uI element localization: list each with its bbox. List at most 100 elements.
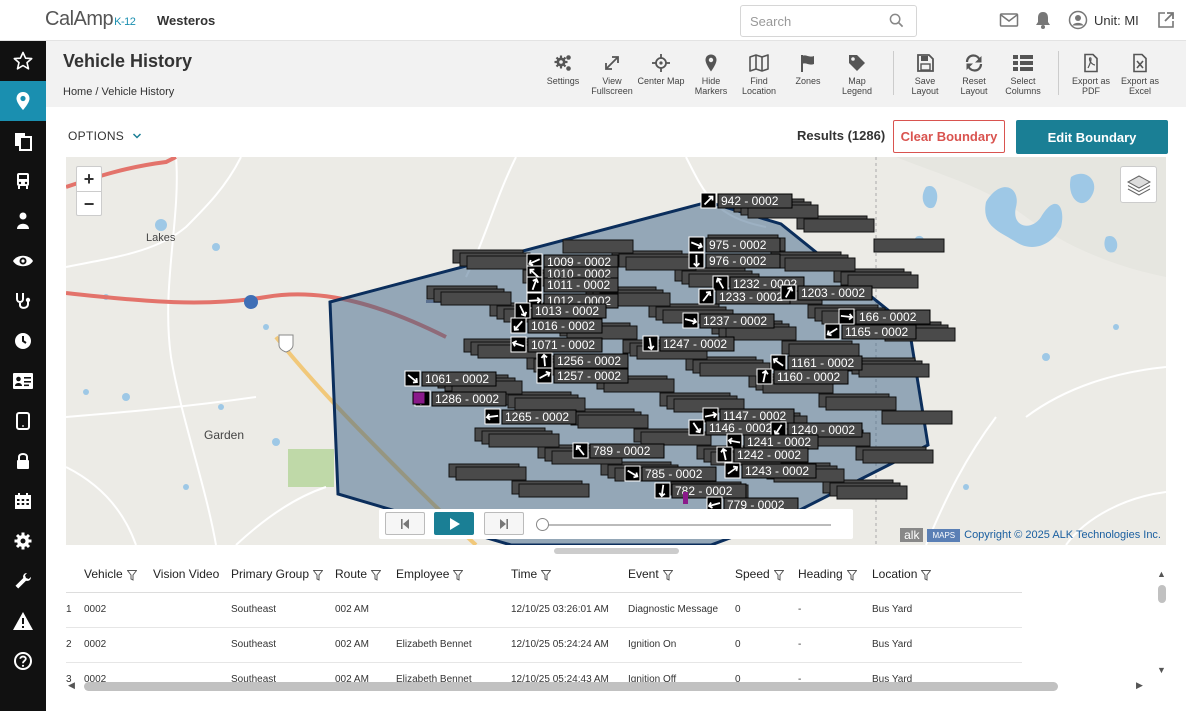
sidebar-item-help[interactable] — [0, 641, 46, 681]
calamp-logo[interactable]: CalAmpK-12 — [45, 8, 136, 31]
table-row[interactable]: 2 0002 Southeast 002 AM Elizabeth Bennet… — [66, 627, 1022, 663]
skip-back-button[interactable] — [385, 512, 425, 535]
vehicle-history-marker[interactable]: 1242 - 0002 — [716, 446, 809, 463]
column-header-employee[interactable]: Employee — [396, 557, 511, 593]
map-view[interactable]: Lakes Garden 942 - 0002 975 - 0002 976 - 0… — [66, 157, 1166, 545]
sidebar-item-history[interactable] — [0, 321, 46, 361]
vehicle-history-marker[interactable]: 1286 - 0002 — [414, 390, 507, 407]
vehicle-history-marker[interactable]: 1071 - 0002 — [510, 336, 603, 353]
vehicle-history-marker[interactable]: 1165 - 0002 — [824, 323, 917, 340]
breadcrumb[interactable]: Home / Vehicle History — [63, 86, 174, 98]
filter-icon[interactable] — [126, 569, 137, 581]
zoom-in-button[interactable]: + — [77, 167, 101, 191]
column-header-heading[interactable]: Heading — [798, 557, 872, 593]
filter-icon[interactable] — [541, 569, 552, 581]
filter-icon[interactable] — [846, 569, 857, 581]
zones-button[interactable]: Zones — [783, 53, 833, 86]
vehicle-history-marker[interactable]: 1013 - 0002 — [514, 302, 607, 319]
vehicle-history-marker[interactable]: 1146 - 0002 — [688, 419, 781, 436]
export-pdf-button[interactable]: Export as PDF — [1066, 53, 1116, 96]
playback-slider-track[interactable] — [541, 524, 831, 526]
sidebar-item-map[interactable] — [0, 81, 46, 121]
center-map-button[interactable]: Center Map — [636, 53, 686, 86]
bell-icon[interactable] — [1033, 10, 1053, 35]
filter-icon[interactable] — [371, 569, 382, 581]
filter-icon[interactable] — [313, 569, 324, 581]
sidebar-item-documents[interactable] — [0, 121, 46, 161]
end-marker[interactable] — [683, 492, 688, 504]
column-header-location[interactable]: Location — [872, 557, 1022, 593]
reset-layout-button[interactable]: Reset Layout — [949, 53, 999, 96]
play-button[interactable] — [434, 512, 474, 535]
filter-icon[interactable] — [773, 569, 784, 581]
vehicle-history-marker[interactable]: 1243 - 0002 — [724, 462, 817, 479]
map-resize-handle[interactable] — [554, 548, 679, 554]
scroll-up-arrow[interactable]: ▲ — [1157, 569, 1166, 579]
scroll-down-arrow[interactable]: ▼ — [1157, 665, 1166, 675]
vehicle-history-marker[interactable]: 782 - 0002 — [654, 482, 747, 499]
sidebar-item-security[interactable] — [0, 441, 46, 481]
clear-boundary-button[interactable]: Clear Boundary — [893, 120, 1005, 153]
vehicle-history-marker[interactable]: 1256 - 0002 — [536, 352, 629, 369]
search-icon[interactable] — [889, 13, 904, 33]
filter-icon[interactable] — [453, 569, 464, 581]
map-legend-button[interactable]: Map Legend — [832, 53, 882, 96]
filter-icon[interactable] — [662, 569, 673, 581]
sidebar-item-vision[interactable] — [0, 241, 46, 281]
vehicle-history-marker[interactable]: 1257 - 0002 — [536, 367, 629, 384]
sidebar-item-favorites[interactable] — [0, 41, 46, 81]
sidebar-item-devices[interactable] — [0, 401, 46, 441]
playback-slider-handle[interactable] — [536, 518, 549, 531]
sidebar-item-settings[interactable] — [0, 521, 46, 561]
unit-menu[interactable]: Unit: MI — [1068, 10, 1139, 30]
sidebar-item-health[interactable] — [0, 281, 46, 321]
vehicle-history-marker[interactable]: 942 - 0002 — [700, 192, 793, 209]
edit-boundary-button[interactable]: Edit Boundary — [1016, 120, 1168, 154]
external-link-icon[interactable] — [1156, 10, 1176, 35]
table-row[interactable]: 1 0002 Southeast 002 AM 12/10/25 03:26:0… — [66, 592, 1022, 628]
sidebar-item-calendar[interactable] — [0, 481, 46, 521]
vehicle-history-marker[interactable]: 1160 - 0002 — [756, 368, 849, 385]
vehicle-history-marker[interactable]: 1265 - 0002 — [484, 408, 577, 425]
save-layout-button[interactable]: Save Layout — [900, 53, 950, 96]
vehicle-history-marker[interactable]: 976 - 0002 — [688, 252, 781, 269]
vehicle-history-marker[interactable]: 1241 - 0002 — [726, 433, 819, 450]
vehicle-history-marker[interactable]: 1247 - 0002 — [642, 335, 735, 352]
vehicle-history-marker[interactable]: 1011 - 0002 — [526, 276, 619, 293]
vehicle-history-marker[interactable]: 166 - 0002 — [838, 308, 931, 325]
table-vertical-scrollbar[interactable]: ▲ ▼ — [1155, 569, 1167, 677]
sidebar-item-alerts[interactable] — [0, 601, 46, 641]
sidebar-item-students[interactable] — [0, 201, 46, 241]
find-location-button[interactable]: Find Location — [734, 53, 784, 96]
export-excel-button[interactable]: Export as Excel — [1115, 53, 1165, 96]
vehicle-history-marker[interactable]: 1061 - 0002 — [404, 370, 497, 387]
vehicle-history-marker[interactable]: 1233 - 0002 — [698, 288, 791, 305]
scroll-left-arrow[interactable]: ◀ — [68, 680, 75, 691]
scroll-right-arrow[interactable]: ▶ — [1136, 680, 1143, 691]
select-columns-button[interactable]: Select Columns — [998, 53, 1048, 96]
hide-markers-button[interactable]: Hide Markers — [686, 53, 736, 96]
start-marker[interactable] — [412, 391, 426, 405]
vehicle-history-marker[interactable]: 1161 - 0002 — [770, 354, 863, 371]
layers-button[interactable] — [1120, 166, 1157, 203]
horizontal-scroll-thumb[interactable] — [84, 682, 1058, 691]
filter-icon[interactable] — [921, 569, 932, 581]
view-fullscreen-button[interactable]: View Fullscreen — [587, 53, 637, 96]
vehicle-history-marker[interactable]: 789 - 0002 — [572, 442, 665, 459]
map-canvas[interactable]: Lakes Garden 942 - 0002 975 - 0002 976 - 0… — [66, 157, 1166, 545]
sidebar-item-buses[interactable] — [0, 161, 46, 201]
vehicle-history-marker[interactable]: 1203 - 0002 — [780, 284, 873, 301]
column-header-speed[interactable]: Speed — [735, 557, 798, 593]
options-dropdown[interactable]: OPTIONS — [68, 129, 142, 143]
column-header-event[interactable]: Event — [628, 557, 735, 593]
zoom-out-button[interactable]: − — [77, 191, 101, 215]
vehicle-history-marker[interactable]: 975 - 0002 — [688, 236, 781, 253]
vehicle-history-marker[interactable]: 1016 - 0002 — [510, 317, 603, 334]
column-header-primary-group[interactable]: Primary Group — [231, 557, 335, 593]
column-header-route[interactable]: Route — [335, 557, 396, 593]
mail-icon[interactable] — [999, 10, 1019, 35]
column-header-vision-video[interactable]: Vision Video — [153, 557, 231, 593]
table-horizontal-scrollbar[interactable]: ◀ ▶ — [66, 680, 1148, 692]
vehicle-history-marker[interactable]: 785 - 0002 — [624, 465, 717, 482]
sidebar-item-tools[interactable] — [0, 561, 46, 601]
